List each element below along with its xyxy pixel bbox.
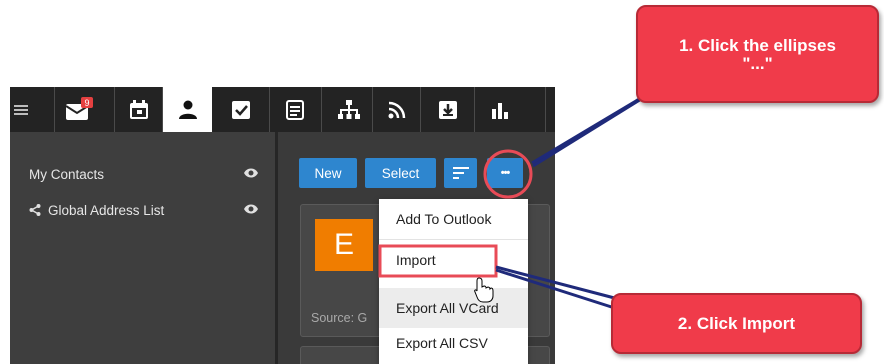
sidebar-item-my-contacts[interactable]: My Contacts <box>29 163 259 185</box>
sitemap-icon[interactable] <box>326 87 372 132</box>
eye-icon[interactable] <box>243 167 259 179</box>
menu-item-import[interactable]: Import <box>379 239 528 279</box>
mail-badge: 9 <box>84 98 89 108</box>
callout-step-1-quote: "..." <box>742 54 773 73</box>
sidebar-item-global-address-list[interactable]: Global Address List <box>29 199 259 221</box>
more-options-button[interactable]: ••• <box>487 158 523 188</box>
eye-icon[interactable] <box>243 203 259 215</box>
notes-icon[interactable] <box>272 87 318 132</box>
top-navigation-bar: 9 <box>10 87 555 132</box>
callout-step-1: 1. Click the ellipses "..." <box>636 5 879 103</box>
rss-icon[interactable] <box>374 87 420 132</box>
menu-item-export-all-vcard[interactable]: Export All VCard <box>379 288 528 328</box>
hamburger-icon[interactable] <box>10 87 32 132</box>
avatar: E <box>315 219 373 271</box>
share-icon <box>29 204 41 216</box>
menu-item-export-all-csv[interactable]: Export All CSV <box>379 323 528 363</box>
sidebar: My Contacts Global Address List <box>10 132 275 364</box>
select-button[interactable]: Select <box>365 158 436 188</box>
contact-source: Source: G <box>311 311 368 325</box>
download-box-icon[interactable] <box>424 87 472 132</box>
callout-step-2: 2. Click Import <box>611 293 862 354</box>
callout-step-1-text: 1. Click the ellipses <box>679 36 836 55</box>
calendar-icon[interactable] <box>115 87 163 132</box>
sidebar-item-label: Global Address List <box>48 202 165 218</box>
sort-button[interactable] <box>444 158 477 188</box>
sidebar-item-label: My Contacts <box>29 166 105 182</box>
person-icon[interactable] <box>163 87 212 132</box>
checkbox-icon[interactable] <box>218 87 264 132</box>
bar-chart-icon[interactable] <box>477 87 523 132</box>
mail-icon[interactable]: 9 <box>55 87 103 132</box>
menu-item-add-to-outlook[interactable]: Add To Outlook <box>379 199 528 239</box>
sort-icon <box>452 167 469 179</box>
more-options-menu: Add To Outlook Import Export All VCard E… <box>379 199 528 364</box>
new-button[interactable]: New <box>299 158 357 188</box>
